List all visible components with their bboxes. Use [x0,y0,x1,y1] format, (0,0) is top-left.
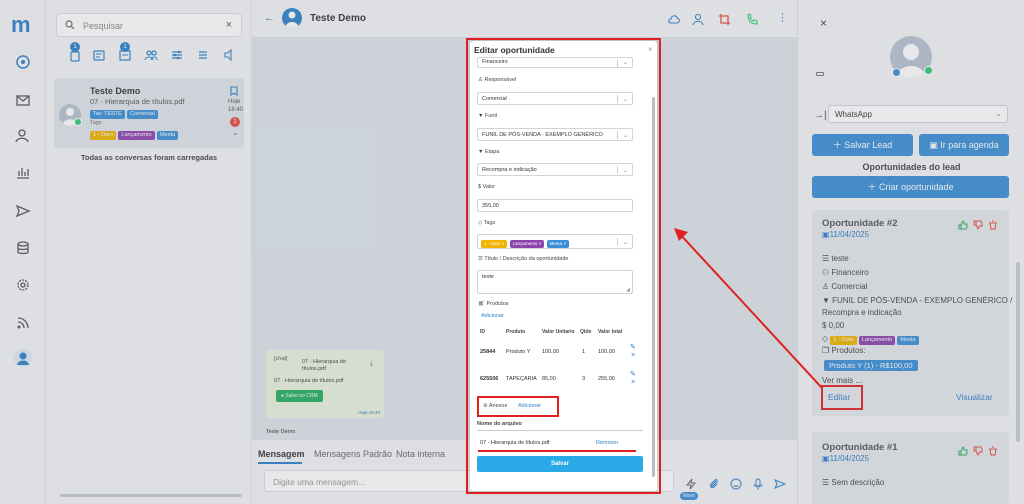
modal-highlight-box [466,38,661,494]
